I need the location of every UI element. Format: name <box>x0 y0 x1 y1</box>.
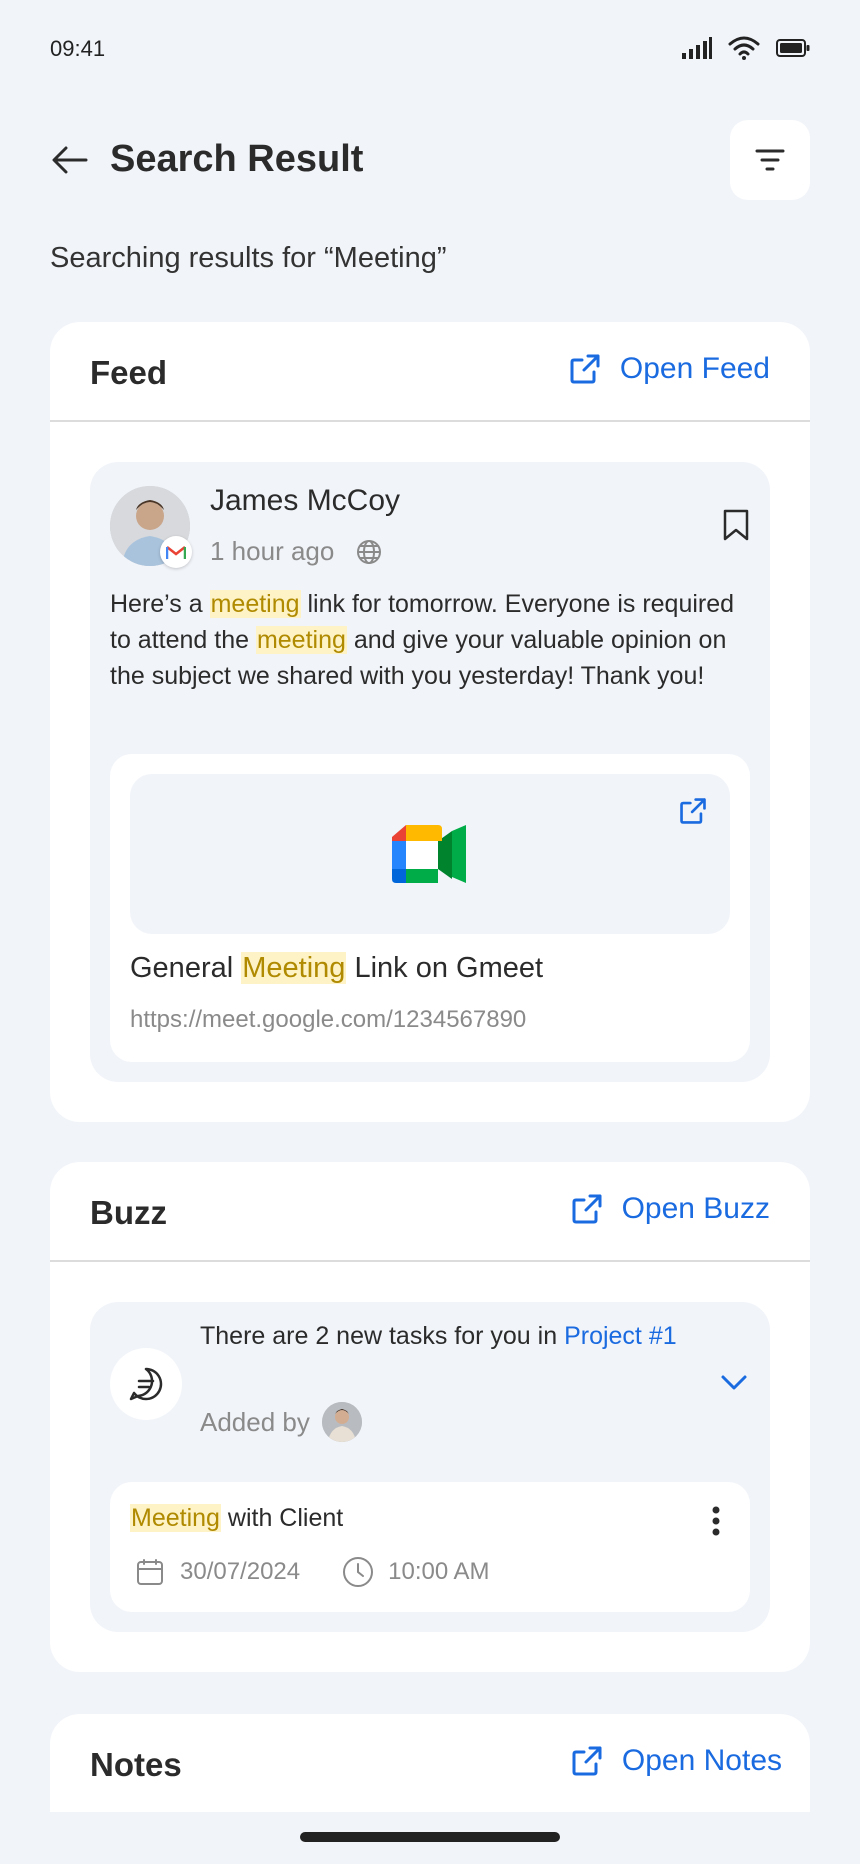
status-time: 09:41 <box>50 36 106 61</box>
open-notes-link[interactable]: Open Notes <box>570 1744 782 1778</box>
open-notes-label: Open Notes <box>621 1744 782 1777</box>
open-link-button[interactable] <box>678 796 708 831</box>
notes-card-header: Notes Open Notes <box>50 1714 810 1812</box>
added-by-label: Added by <box>200 1406 310 1437</box>
notes-card: Notes Open Notes <box>50 1714 810 1812</box>
post-time: 1 hour ago <box>210 536 335 566</box>
feed-card-header: Feed Open Feed <box>50 322 810 422</box>
link-url[interactable]: https://meet.google.com/1234567890 <box>130 1006 526 1034</box>
task-date: 30/07/2024 <box>180 1558 301 1585</box>
feed-card: Feed Open Feed James McCoy 1 hour ago He… <box>50 322 810 1122</box>
more-vertical-icon <box>712 1506 720 1536</box>
project-link[interactable]: Project #1 <box>564 1322 677 1350</box>
search-caption-prefix: Searching results for “ <box>50 242 334 274</box>
search-caption-suffix: ” <box>436 242 447 274</box>
task-title-highlight: Meeting <box>130 1504 221 1532</box>
gmail-badge <box>160 536 192 568</box>
clock-icon <box>343 1557 374 1587</box>
task-meta: 30/07/2024 10:00 AM <box>136 1556 490 1588</box>
filter-icon <box>755 149 785 171</box>
external-link-icon <box>680 798 706 824</box>
bookmark-button[interactable] <box>722 508 750 547</box>
buzz-card-header: Buzz Open Buzz <box>50 1162 810 1262</box>
post-text-highlight: meeting <box>209 590 301 618</box>
external-link-icon <box>572 1194 602 1224</box>
signal-icon <box>682 37 712 59</box>
bookmark-icon <box>723 509 749 541</box>
notice-text: There are 2 new tasks for you in Project… <box>200 1318 680 1354</box>
google-meet-icon <box>392 825 466 883</box>
notice-text-part: There are 2 new tasks for you in <box>200 1322 565 1350</box>
feed-title: Feed <box>90 354 168 391</box>
task-card[interactable]: Meeting with Client 30/07/2024 10:00 AM <box>110 1482 750 1612</box>
wifi-icon <box>728 36 760 60</box>
post-text-highlight: meeting <box>255 626 347 654</box>
external-link-icon <box>570 354 600 384</box>
status-icons <box>682 36 810 60</box>
open-feed-label: Open Feed <box>619 352 770 385</box>
status-bar: 09:41 <box>0 0 860 100</box>
notes-title: Notes <box>90 1746 182 1783</box>
link-preview-thumbnail <box>130 774 730 934</box>
task-title-part: with Client <box>220 1504 344 1532</box>
buzz-notice[interactable]: There are 2 new tasks for you in Project… <box>90 1302 770 1632</box>
page-title: Search Result <box>110 138 364 180</box>
added-by-avatar <box>321 1402 362 1442</box>
person-photo-icon <box>321 1402 362 1442</box>
battery-icon <box>776 39 810 57</box>
filter-button[interactable] <box>730 120 810 200</box>
post-text-part: Here’s a <box>110 590 210 618</box>
open-buzz-label: Open Buzz <box>621 1192 770 1225</box>
external-link-icon <box>572 1746 602 1776</box>
calendar-icon <box>137 1559 163 1585</box>
gmail-icon <box>166 546 186 559</box>
search-query: Meeting <box>333 242 437 274</box>
task-time: 10:00 AM <box>388 1558 490 1585</box>
search-caption: Searching results for “Meeting” <box>50 242 447 275</box>
chat-icon-circle <box>110 1348 182 1420</box>
link-title: General Meeting Link on Gmeet <box>130 952 543 985</box>
link-preview-card[interactable]: General Meeting Link on Gmeet https://me… <box>110 754 750 1062</box>
buzz-title: Buzz <box>90 1194 167 1231</box>
chat-bubble-icon <box>129 1367 163 1401</box>
expand-button[interactable] <box>720 1374 748 1397</box>
task-title: Meeting with Client <box>130 1504 343 1533</box>
link-title-part: General <box>130 952 242 984</box>
open-buzz-link[interactable]: Open Buzz <box>570 1192 770 1226</box>
added-by-row: Added by <box>200 1402 362 1442</box>
task-more-button[interactable] <box>712 1506 720 1541</box>
header: Search Result <box>0 120 860 200</box>
author-name[interactable]: James McCoy <box>210 484 400 518</box>
feed-post[interactable]: James McCoy 1 hour ago Here’s a meeting … <box>90 462 770 1082</box>
link-title-highlight: Meeting <box>241 952 347 984</box>
post-text: Here’s a meeting link for tomorrow. Ever… <box>110 586 750 694</box>
home-indicator[interactable] <box>300 1832 560 1842</box>
globe-icon <box>357 539 382 564</box>
post-meta: 1 hour ago <box>210 536 382 567</box>
chevron-down-icon <box>721 1375 747 1390</box>
back-button[interactable] <box>50 140 90 180</box>
open-feed-link[interactable]: Open Feed <box>568 352 770 386</box>
link-title-part: Link on Gmeet <box>346 952 544 984</box>
buzz-card: Buzz Open Buzz There are 2 new tasks for… <box>50 1162 810 1672</box>
arrow-left-icon <box>52 146 88 174</box>
